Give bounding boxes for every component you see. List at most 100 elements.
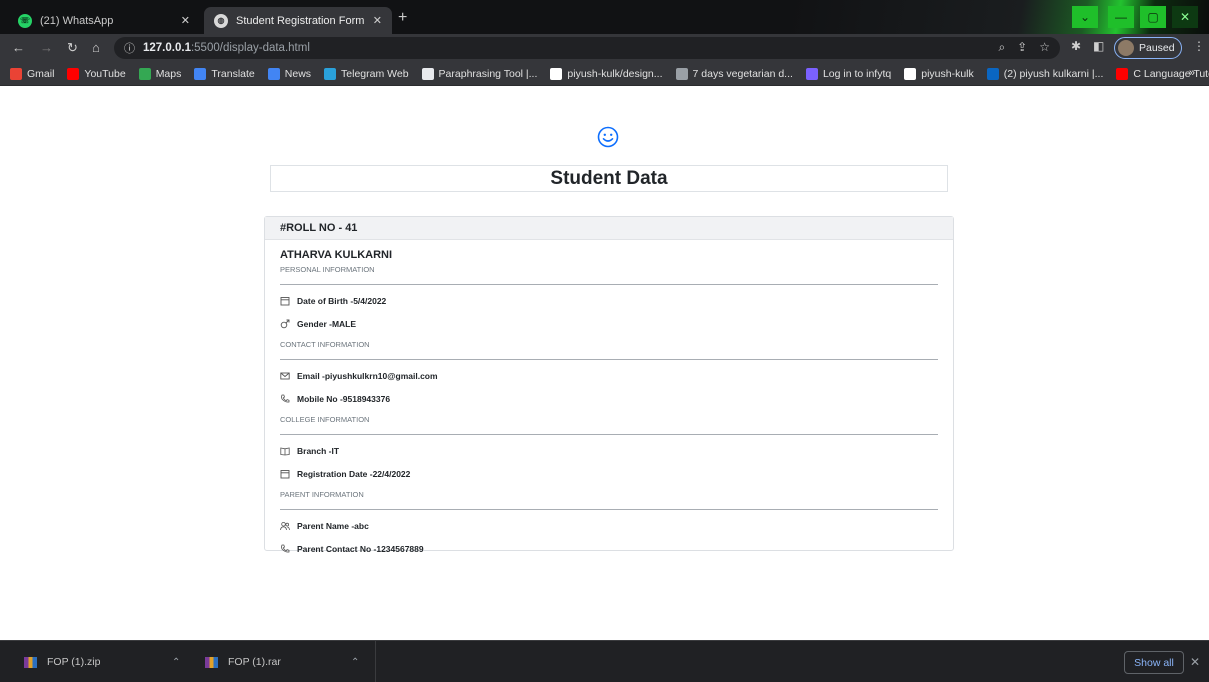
bookmark-label: (2) piyush kulkarni |... (1003, 67, 1104, 80)
bookmark-star-icon[interactable]: ☆ (1039, 40, 1050, 55)
bookmark-item[interactable]: piyush-kulk/design... (550, 67, 663, 80)
bookmark-item[interactable]: C Language Tutoria... (1116, 67, 1209, 80)
tab-student-registration[interactable]: ◍ Student Registration Form ✕ (204, 7, 392, 34)
people-icon (280, 521, 290, 531)
youtube-icon (67, 67, 80, 80)
tab-close-icon[interactable]: ✕ (373, 14, 382, 27)
extensions-puzzle-icon[interactable]: ✱ (1071, 39, 1081, 53)
tab-title: (21) WhatsApp (40, 14, 114, 27)
close-icon[interactable]: ✕ (1190, 655, 1200, 669)
linkedin-icon (986, 67, 999, 80)
forward-arrow-icon[interactable]: → (40, 40, 53, 55)
youtube-icon (1116, 67, 1129, 80)
download-item[interactable]: FOP (1).zip ⌃ (24, 641, 194, 682)
bookmark-label: C Language Tutoria... (1133, 67, 1209, 80)
parent-name-row: Parent Name -abc (280, 519, 938, 533)
bookmark-label: Paraphrasing Tool |... (438, 67, 538, 80)
show-all-button[interactable]: Show all (1124, 651, 1184, 674)
bookmark-item[interactable]: Gmail (10, 67, 54, 80)
bookmark-label: Telegram Web (341, 67, 409, 80)
tab-whatsapp[interactable]: ☏ (21) WhatsApp ✕ (8, 7, 200, 34)
bookmark-item[interactable]: (2) piyush kulkarni |... (986, 67, 1104, 80)
minimize-button[interactable]: — (1108, 6, 1134, 28)
address-bar[interactable]: ⓘ 127.0.0.1 :5500/display-data.html ⌕ ⇪ … (114, 37, 1060, 59)
tab-search-dropdown-icon[interactable]: ⌄ (1072, 6, 1098, 28)
section-parent-information: PARENT INFORMATION (280, 490, 364, 499)
maps-icon (138, 67, 151, 80)
bookmark-item[interactable]: 7 days vegetarian d... (675, 67, 793, 80)
bookmark-item[interactable]: Maps (138, 67, 181, 80)
whatsapp-icon: ☏ (18, 13, 32, 28)
download-item[interactable]: FOP (1).rar ⌃ (205, 641, 370, 682)
student-name: ATHARVA KULKARNI (280, 249, 393, 261)
back-arrow-icon[interactable]: ← (12, 40, 25, 55)
bookmark-label: piyush-kulk (921, 67, 974, 80)
avatar (1118, 40, 1134, 56)
url-host: 127.0.0.1 (143, 42, 191, 54)
mobile-value: Mobile No -9518943376 (297, 394, 391, 404)
registration-date-value: Registration Date -22/4/2022 (297, 469, 411, 479)
registration-date-row: Registration Date -22/4/2022 (280, 467, 938, 481)
window-close-button[interactable]: ✕ (1172, 6, 1198, 28)
gmail-icon (10, 67, 22, 80)
menu-kebab-icon[interactable]: ⋮ (1193, 39, 1205, 53)
translate-icon (194, 67, 207, 80)
url-path: :5500/display-data.html (190, 42, 310, 54)
zoom-icon[interactable]: ⌕ (998, 40, 1005, 55)
share-icon[interactable]: ⇪ (1017, 40, 1027, 55)
new-tab-button[interactable]: + (398, 9, 407, 27)
book-open-icon (280, 446, 290, 456)
browser-toolbar: ← → ↻ ⌂ ⓘ 127.0.0.1 :5500/display-data.h… (0, 34, 1209, 62)
section-contact-information: CONTACT INFORMATION (280, 340, 370, 349)
card-body: ATHARVA KULKARNI PERSONAL INFORMATION Da… (265, 249, 953, 556)
bookmark-item[interactable]: Paraphrasing Tool |... (421, 67, 538, 80)
divider (280, 359, 938, 360)
bookmark-label: News (284, 67, 312, 80)
downloads-bar: FOP (1).zip ⌃ FOP (1).rar ⌃ Show all ✕ (0, 640, 1209, 682)
side-panel-icon[interactable]: ◧ (1093, 39, 1104, 53)
bookmark-item[interactable]: piyush-kulk (904, 67, 974, 80)
divider (280, 284, 938, 285)
section-personal-information: PERSONAL INFORMATION (280, 265, 375, 274)
news-icon (267, 67, 280, 80)
mobile-row: Mobile No -9518943376 (280, 392, 938, 406)
gender-value: Gender -MALE (297, 319, 357, 329)
reload-icon[interactable]: ↻ (67, 40, 78, 56)
download-filename: FOP (1).rar (228, 656, 281, 668)
divider (280, 434, 938, 435)
quill-icon (421, 67, 434, 80)
page-icon (675, 67, 688, 80)
gender-male-icon (280, 319, 290, 329)
profile-button[interactable]: Paused (1114, 37, 1182, 59)
github-icon (550, 67, 563, 80)
bookmark-item[interactable]: YouTube (67, 67, 126, 80)
winrar-archive-icon (205, 656, 218, 668)
bookmark-item[interactable]: Translate (194, 67, 255, 80)
chevron-up-icon[interactable]: ⌃ (172, 657, 180, 668)
parent-name-value: Parent Name -abc (297, 521, 369, 531)
smiley-icon (597, 126, 619, 148)
bookmark-item[interactable]: News (267, 67, 312, 80)
page-title: Student Data (270, 165, 948, 192)
tab-close-icon[interactable]: ✕ (181, 14, 190, 27)
envelope-icon (280, 371, 290, 381)
chevron-up-icon[interactable]: ⌃ (351, 657, 359, 668)
branch-value: Branch -IT (297, 446, 340, 456)
calendar-icon (280, 469, 290, 479)
bookmark-item[interactable]: Log in to infytq (805, 67, 892, 80)
winrar-archive-icon (24, 656, 37, 668)
bookmark-label: Translate (211, 67, 255, 80)
gender-row: Gender -MALE (280, 317, 938, 331)
parent-contact-value: Parent Contact No -1234567889 (297, 544, 424, 554)
github-icon (904, 67, 917, 80)
globe-icon: ◍ (214, 13, 228, 28)
bookmark-label: Log in to infytq (822, 67, 892, 80)
bookmark-label: piyush-kulk/design... (567, 67, 663, 80)
site-info-icon[interactable]: ⓘ (124, 40, 135, 56)
calendar-icon (280, 296, 290, 306)
maximize-button[interactable]: ▢ (1140, 6, 1166, 28)
bookmarks-overflow-icon[interactable]: » (1189, 67, 1195, 79)
bookmarks-bar: Gmail YouTube Maps Translate News Telegram We… (0, 62, 1209, 86)
home-icon[interactable]: ⌂ (92, 40, 100, 55)
bookmark-item[interactable]: Telegram Web (324, 67, 409, 80)
